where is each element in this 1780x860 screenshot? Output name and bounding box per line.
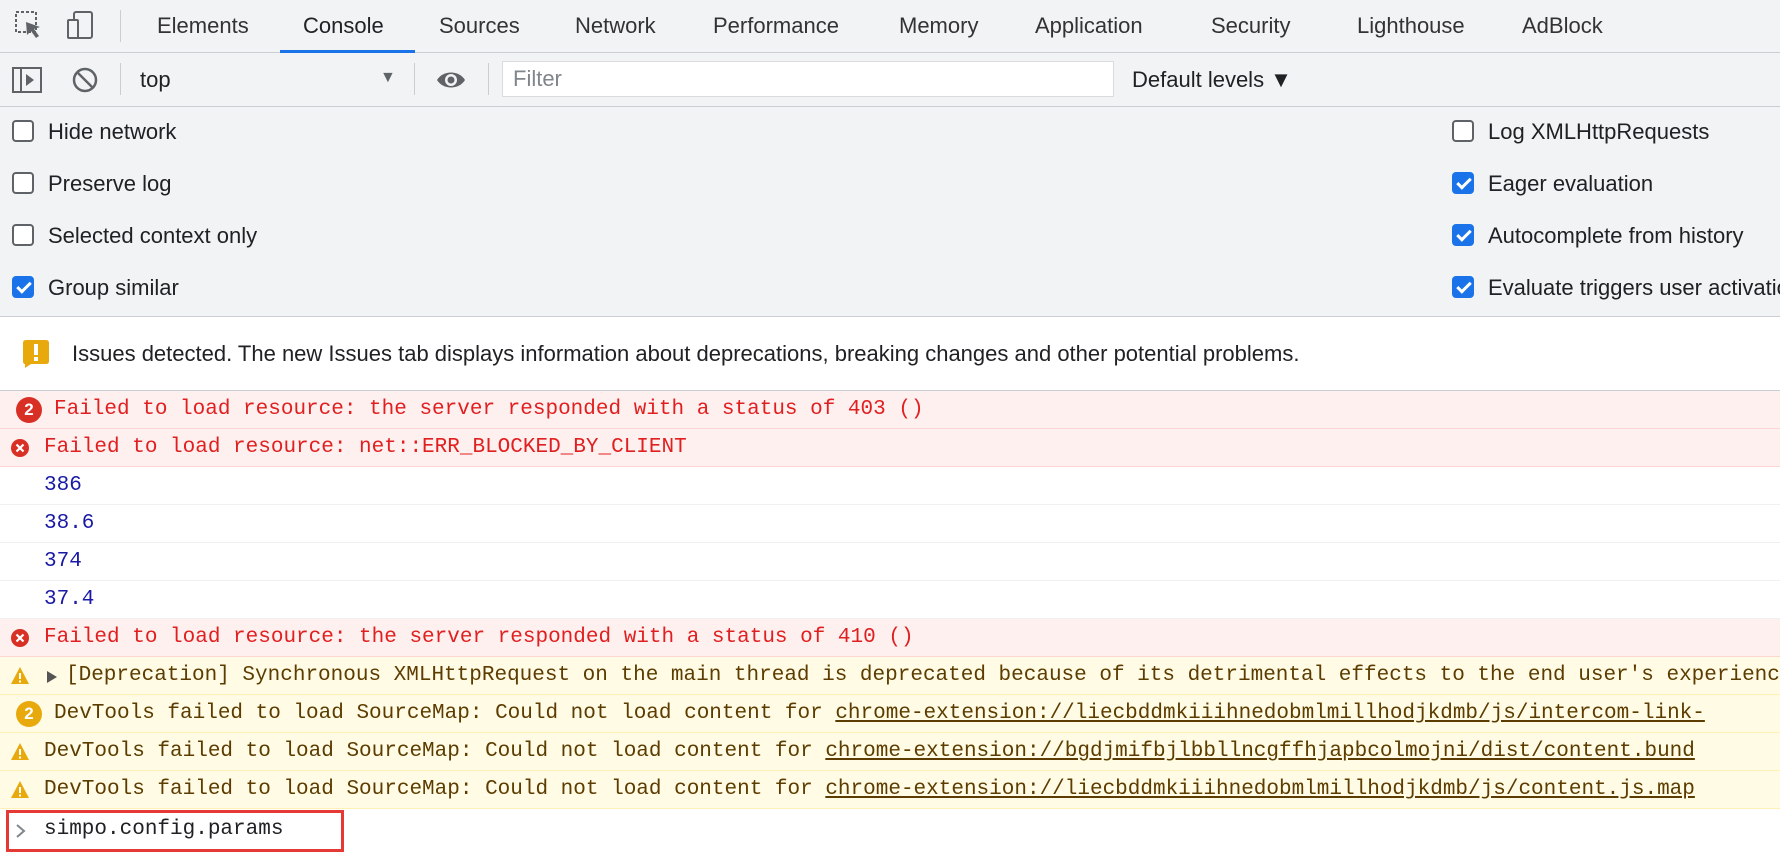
device-toolbar-icon[interactable] <box>66 10 96 40</box>
tab-sources[interactable]: Sources <box>439 0 520 53</box>
issues-banner-text: Issues detected. The new Issues tab disp… <box>72 341 1300 366</box>
eye-icon[interactable] <box>436 65 466 95</box>
tab-console[interactable]: Console <box>280 0 415 53</box>
console-message-error[interactable]: Failed to load resource: the server resp… <box>0 619 1780 657</box>
message-text: 37.4 <box>44 588 95 611</box>
console-message-log[interactable]: 37.4 <box>0 581 1780 619</box>
hide-network-checkbox[interactable] <box>12 120 34 142</box>
message-text: Failed to load resource: the server resp… <box>44 626 914 649</box>
tab-security[interactable]: Security <box>1211 0 1290 53</box>
evaluate-triggers-checkbox[interactable] <box>1452 276 1474 298</box>
inspect-element-icon[interactable] <box>14 10 44 40</box>
selected-context-checkbox[interactable] <box>12 224 34 246</box>
option-label: Group similar <box>48 275 179 300</box>
filter-input[interactable] <box>502 61 1114 97</box>
repeat-count-badge: 2 <box>16 397 42 423</box>
message-text: 374 <box>44 550 82 573</box>
console-message-log[interactable]: 374 <box>0 543 1780 581</box>
tab-separator <box>120 10 121 42</box>
console-message-warning[interactable]: DevTools failed to load SourceMap: Could… <box>0 733 1780 771</box>
autocomplete-history-checkbox[interactable] <box>1452 224 1474 246</box>
tab-adblock[interactable]: AdBlock <box>1522 0 1603 53</box>
expand-triangle-icon[interactable] <box>47 671 57 683</box>
message-text: Failed to load resource: net::ERR_BLOCKE… <box>44 436 687 459</box>
option-label: Autocomplete from history <box>1488 223 1744 248</box>
log-xhr-checkbox[interactable] <box>1452 120 1474 142</box>
log-levels-dropdown[interactable]: Default levels ▼ <box>1132 67 1292 93</box>
warning-icon <box>11 667 29 684</box>
warning-icon <box>11 743 29 760</box>
issue-warning-icon <box>23 340 49 368</box>
error-icon <box>11 439 29 457</box>
tab-application[interactable]: Application <box>1035 0 1143 53</box>
console-message-error[interactable]: Failed to load resource: net::ERR_BLOCKE… <box>0 429 1780 467</box>
prompt-chevron-icon <box>16 824 26 838</box>
issues-banner[interactable]: Issues detected. The new Issues tab disp… <box>0 317 1780 391</box>
error-icon <box>11 629 29 647</box>
repeat-count-badge: 2 <box>16 701 42 727</box>
console-message-log[interactable]: 386 <box>0 467 1780 505</box>
source-map-link[interactable]: chrome-extension://liecbddmkiiihnedobmlm… <box>825 778 1695 801</box>
console-message-warning[interactable]: DevTools failed to load SourceMap: Could… <box>0 771 1780 809</box>
source-map-link[interactable]: chrome-extension://bgdjmifbjlbbllncgffhj… <box>825 740 1695 763</box>
clear-console-icon[interactable] <box>70 65 100 95</box>
console-messages: 2 Failed to load resource: the server re… <box>0 391 1780 809</box>
console-toolbar: top ▼ Default levels ▼ <box>0 53 1780 107</box>
option-label: Hide network <box>48 119 177 144</box>
tab-network[interactable]: Network <box>575 0 656 53</box>
context-selector[interactable]: top <box>140 67 171 93</box>
chevron-down-icon[interactable]: ▼ <box>380 69 396 87</box>
message-text: [Deprecation] Synchronous XMLHttpRequest… <box>66 664 1780 687</box>
group-similar-checkbox[interactable] <box>12 276 34 298</box>
option-label: Log XMLHttpRequests <box>1488 119 1710 144</box>
console-message-error[interactable]: 2 Failed to load resource: the server re… <box>0 391 1780 429</box>
tab-performance[interactable]: Performance <box>713 0 839 53</box>
tab-elements[interactable]: Elements <box>157 0 249 53</box>
console-message-warning[interactable]: 2 DevTools failed to load SourceMap: Cou… <box>0 695 1780 733</box>
console-prompt-input[interactable]: simpo.config.params <box>44 818 283 841</box>
option-label: Evaluate triggers user activation <box>1488 275 1780 300</box>
tab-memory[interactable]: Memory <box>899 0 978 53</box>
message-text: DevTools failed to load SourceMap: Could… <box>44 778 826 801</box>
toolbar-separator <box>414 63 415 95</box>
eager-evaluation-checkbox[interactable] <box>1452 172 1474 194</box>
message-text: 38.6 <box>44 512 95 535</box>
console-message-log[interactable]: 38.6 <box>0 505 1780 543</box>
source-map-link[interactable]: chrome-extension://liecbddmkiiihnedobmlm… <box>835 702 1705 725</box>
option-label: Eager evaluation <box>1488 171 1654 196</box>
message-text: DevTools failed to load SourceMap: Could… <box>44 740 826 763</box>
option-label: Preserve log <box>48 171 172 196</box>
option-label: Selected context only <box>48 223 258 248</box>
tab-lighthouse[interactable]: Lighthouse <box>1357 0 1465 53</box>
toolbar-separator <box>488 63 489 95</box>
console-settings: Hide network Preserve log Selected conte… <box>0 107 1780 317</box>
message-text: Failed to load resource: the server resp… <box>54 398 924 421</box>
preserve-log-checkbox[interactable] <box>12 172 34 194</box>
devtools-tab-bar: Elements Console Sources Network Perform… <box>0 0 1780 53</box>
console-message-warning[interactable]: [Deprecation] Synchronous XMLHttpRequest… <box>0 657 1780 695</box>
message-text: DevTools failed to load SourceMap: Could… <box>54 702 836 725</box>
sidebar-toggle-icon[interactable] <box>12 65 42 95</box>
message-text: 386 <box>44 474 82 497</box>
warning-icon <box>11 781 29 798</box>
toolbar-separator <box>120 63 121 95</box>
